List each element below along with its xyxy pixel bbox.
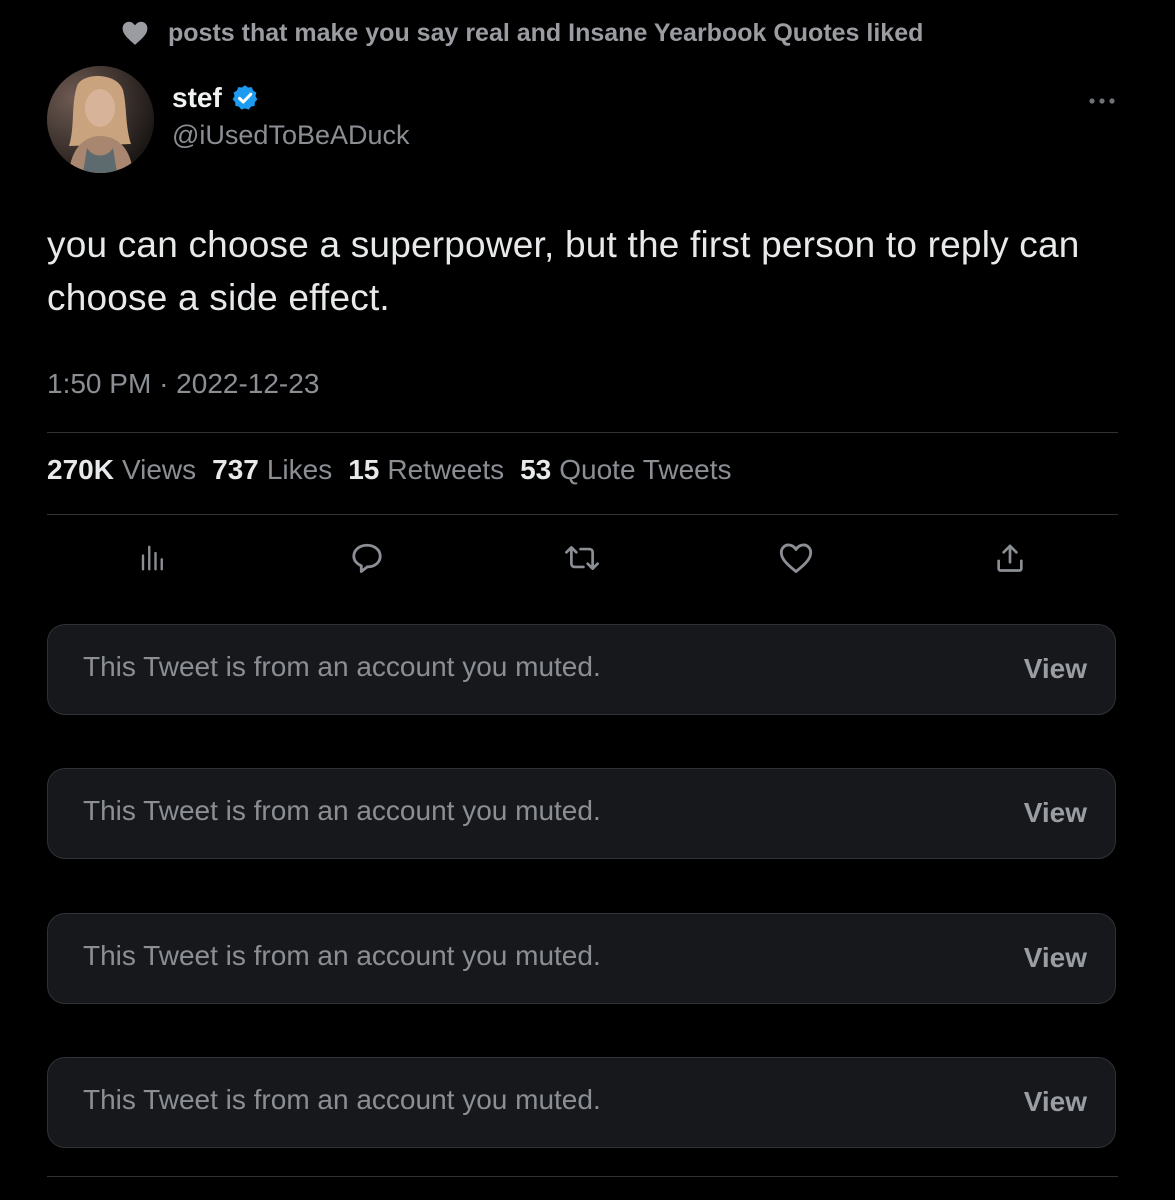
share-icon[interactable] — [988, 536, 1032, 580]
reply-bubble-icon[interactable] — [345, 536, 389, 580]
social-context[interactable]: posts that make you say real and Insane … — [120, 14, 923, 52]
tweet-time[interactable]: 1:50 PM — [47, 368, 151, 399]
more-options-icon[interactable] — [1082, 86, 1122, 116]
timestamp-separator: · — [159, 368, 169, 399]
stat-likes[interactable]: 737 Likes — [212, 454, 332, 486]
view-muted-reply-button[interactable]: View — [1024, 797, 1087, 829]
tweet-date[interactable]: 2022-12-23 — [176, 368, 319, 399]
stat-likes-label: Likes — [266, 454, 333, 485]
stat-views[interactable]: 270K Views — [47, 454, 196, 486]
retweet-icon[interactable] — [560, 536, 604, 580]
stat-views-label: Views — [121, 454, 197, 485]
tweet-action-bar — [0, 536, 1175, 580]
divider — [47, 1176, 1118, 1177]
heart-outline-icon[interactable] — [774, 536, 818, 580]
stat-views-value: 270K — [47, 454, 114, 485]
avatar[interactable] — [47, 66, 154, 173]
author-name-row[interactable]: stef — [172, 82, 260, 114]
stat-quote-tweets-value: 53 — [520, 454, 552, 485]
muted-reply-text: This Tweet is from an account you muted. — [83, 651, 601, 682]
muted-reply-card: This Tweet is from an account you muted.… — [47, 913, 1116, 1004]
stat-quote-tweets[interactable]: 53 Quote Tweets — [520, 454, 731, 486]
muted-reply-card: This Tweet is from an account you muted.… — [47, 1057, 1116, 1148]
bar-chart-icon[interactable] — [131, 536, 175, 580]
stat-likes-value: 737 — [212, 454, 259, 485]
muted-reply-text: This Tweet is from an account you muted. — [83, 1084, 601, 1115]
divider — [47, 514, 1118, 515]
tweet-stats: 270K Views 737 Likes 15 Retweets 53 Quot… — [47, 454, 732, 486]
divider — [47, 432, 1118, 433]
heart-icon — [120, 20, 150, 46]
stat-retweets-value: 15 — [348, 454, 380, 485]
muted-reply-card: This Tweet is from an account you muted.… — [47, 624, 1116, 715]
view-muted-reply-button[interactable]: View — [1024, 1086, 1087, 1118]
tweet-text: you can choose a superpower, but the fir… — [47, 224, 1080, 318]
stat-quote-tweets-label: Quote Tweets — [559, 454, 732, 485]
tweet-timestamp[interactable]: 1:50 PM · 2022-12-23 — [47, 368, 319, 400]
stat-retweets-label: Retweets — [387, 454, 505, 485]
view-muted-reply-button[interactable]: View — [1024, 942, 1087, 974]
author-display-name[interactable]: stef — [172, 82, 222, 114]
verified-badge-icon — [230, 83, 260, 113]
muted-reply-text: This Tweet is from an account you muted. — [83, 940, 601, 971]
view-muted-reply-button[interactable]: View — [1024, 653, 1087, 685]
author-handle[interactable]: @iUsedToBeADuck — [172, 120, 410, 151]
stat-retweets[interactable]: 15 Retweets — [348, 454, 504, 486]
muted-reply-card: This Tweet is from an account you muted.… — [47, 768, 1116, 859]
social-context-text: posts that make you say real and Insane … — [168, 18, 924, 47]
muted-reply-text: This Tweet is from an account you muted. — [83, 795, 601, 826]
